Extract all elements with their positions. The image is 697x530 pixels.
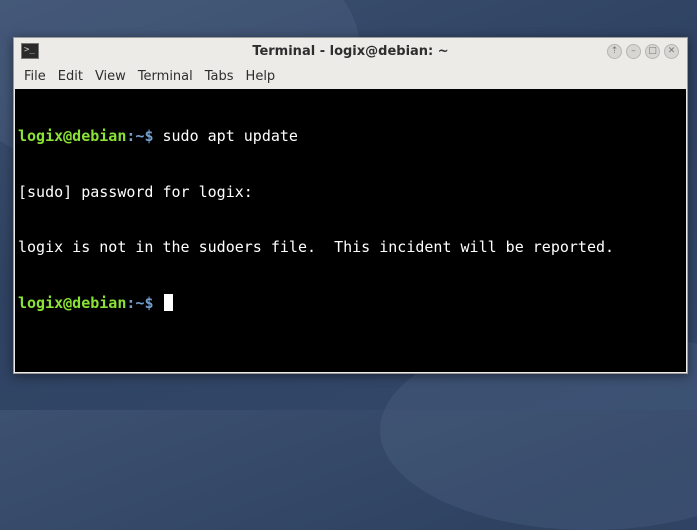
menu-bar: File Edit View Terminal Tabs Help <box>14 66 687 87</box>
title-bar[interactable]: >_ Terminal - logix@debian: ~ ⇡ – □ ✕ <box>14 38 687 66</box>
close-icon[interactable]: ✕ <box>664 44 679 59</box>
window-title: Terminal - logix@debian: ~ <box>252 44 449 59</box>
terminal-output[interactable]: logix@debian:~$ sudo apt update [sudo] p… <box>15 89 686 372</box>
prompt-user: logix@debian <box>18 127 127 145</box>
terminal-line-output: logix is not in the sudoers file. This i… <box>18 238 615 256</box>
terminal-line-prompt: logix@debian:~$ <box>18 293 686 313</box>
menu-view[interactable]: View <box>89 66 132 87</box>
maximize-icon[interactable]: □ <box>645 44 660 59</box>
terminal-window: >_ Terminal - logix@debian: ~ ⇡ – □ ✕ Fi… <box>13 37 688 374</box>
menu-help[interactable]: Help <box>240 66 282 87</box>
menu-edit[interactable]: Edit <box>52 66 89 87</box>
menu-tabs[interactable]: Tabs <box>199 66 240 87</box>
menu-file[interactable]: File <box>18 66 52 87</box>
shade-up-icon[interactable]: ⇡ <box>607 44 622 59</box>
minimize-icon[interactable]: – <box>626 44 641 59</box>
window-controls: ⇡ – □ ✕ <box>607 44 679 59</box>
text-cursor <box>163 293 173 311</box>
prompt-user: logix@debian <box>18 293 127 312</box>
prompt-input <box>153 294 162 312</box>
terminal-line-command: logix@debian:~$ sudo apt update <box>18 127 686 146</box>
menu-terminal[interactable]: Terminal <box>132 66 199 87</box>
terminal-line-output: [sudo] password for logix: <box>18 182 253 201</box>
command-text: sudo apt update <box>153 127 298 145</box>
